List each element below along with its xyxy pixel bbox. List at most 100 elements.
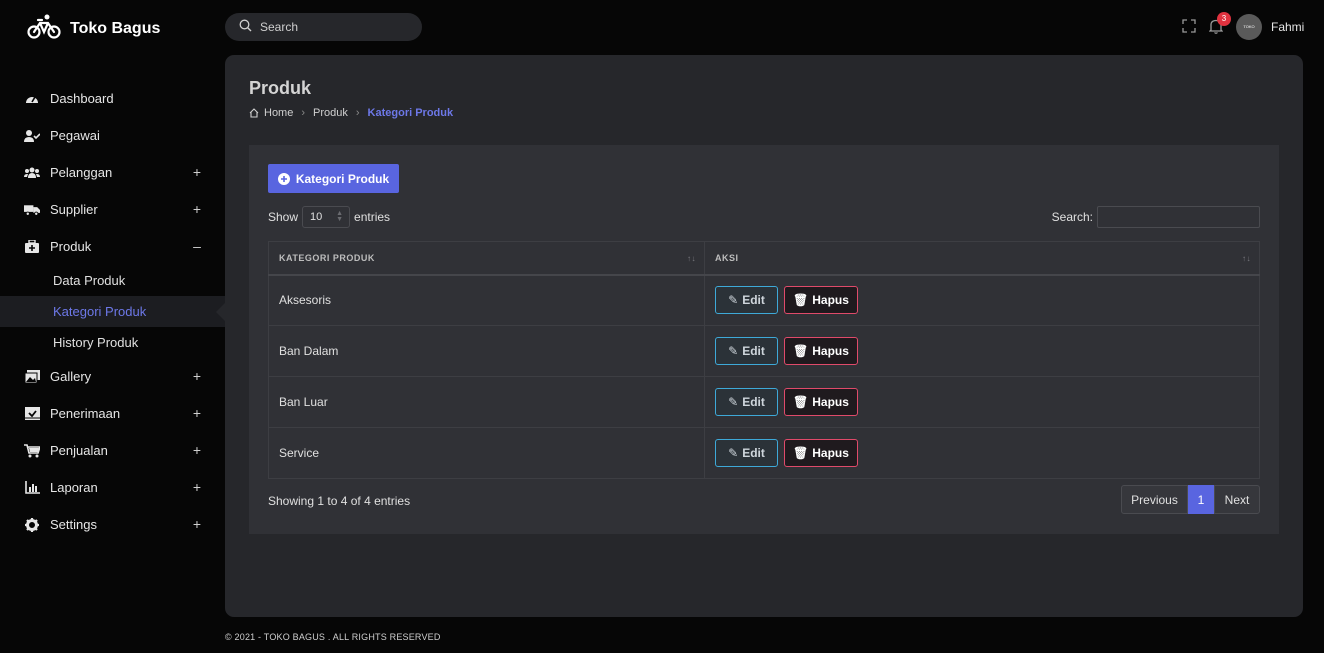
edit-button[interactable]: ✎ Edit bbox=[715, 337, 778, 365]
column-label: KATEGORI PRODUK bbox=[279, 252, 375, 263]
sidebar-item-label: Laporan bbox=[50, 480, 98, 495]
main-content: Produk Home › Produk › Kategori Produk K… bbox=[225, 55, 1303, 617]
delete-button[interactable]: 🗑 Hapus bbox=[784, 439, 858, 467]
show-label: Show bbox=[268, 210, 299, 224]
table-info: Showing 1 to 4 of 4 entries bbox=[268, 494, 411, 508]
next-page-button[interactable]: Next bbox=[1214, 485, 1260, 514]
chevron-right-icon: › bbox=[355, 107, 360, 119]
collapse-icon[interactable]: – bbox=[191, 238, 203, 254]
table-row: Ban Dalam ✎ Edit 🗑 Hapus bbox=[268, 325, 1260, 377]
entries-value: 10 bbox=[310, 211, 323, 223]
edit-label: Edit bbox=[742, 344, 765, 358]
edit-icon: ✎ bbox=[728, 446, 739, 460]
sort-caret-icon: ▲ ▼ bbox=[336, 210, 344, 223]
sidebar-item-gallery[interactable]: Gallery + bbox=[0, 358, 225, 395]
sidebar-item-supplier[interactable]: Supplier + bbox=[0, 191, 225, 228]
sidebar-item-produk[interactable]: Produk – bbox=[0, 228, 225, 265]
table-search-input[interactable] bbox=[1097, 206, 1260, 228]
sidebar-item-label: Produk bbox=[50, 239, 92, 254]
avatar[interactable]: TOKO BAGUS bbox=[1236, 14, 1262, 40]
fullscreen-icon[interactable] bbox=[1182, 19, 1196, 36]
page-1-button[interactable]: 1 bbox=[1188, 485, 1214, 514]
delete-button[interactable]: 🗑 Hapus bbox=[784, 337, 858, 365]
trash-icon: 🗑 bbox=[793, 395, 809, 409]
trash-icon: 🗑 bbox=[793, 293, 809, 308]
sidebar-item-pelanggan[interactable]: Pelanggan + bbox=[0, 154, 225, 191]
edit-button[interactable]: ✎ Edit bbox=[715, 286, 778, 315]
sidebar-item-pegawai[interactable]: Pegawai bbox=[0, 117, 225, 154]
delete-button[interactable]: 🗑 Hapus bbox=[784, 286, 858, 315]
user-check-icon bbox=[24, 128, 40, 144]
global-search[interactable] bbox=[225, 13, 422, 41]
users-icon bbox=[24, 165, 40, 181]
trash-icon: 🗑 bbox=[793, 446, 809, 460]
table-header-row: KATEGORI PRODUK ↑↓ AKSI ↑↓ bbox=[268, 241, 1260, 276]
username[interactable]: Fahmi bbox=[1271, 20, 1304, 34]
avatar-text: TOKO BAGUS bbox=[1243, 24, 1255, 29]
sort-icon: ↑↓ bbox=[1242, 254, 1251, 263]
home-icon bbox=[249, 108, 259, 118]
breadcrumb-produk[interactable]: Produk bbox=[313, 107, 348, 119]
sidebar-item-settings[interactable]: Settings + bbox=[0, 506, 225, 543]
column-header-aksi[interactable]: AKSI ↑↓ bbox=[704, 241, 1260, 276]
cart-icon bbox=[24, 443, 40, 459]
edit-icon: ✎ bbox=[728, 344, 739, 358]
expand-icon[interactable]: + bbox=[191, 368, 203, 384]
entries-label: entries bbox=[354, 210, 391, 224]
delete-button[interactable]: 🗑 Hapus bbox=[784, 388, 858, 416]
sidebar-subitem-data-produk[interactable]: Data Produk bbox=[0, 265, 225, 296]
sidebar-item-penerimaan[interactable]: Penerimaan + bbox=[0, 395, 225, 432]
column-label: AKSI bbox=[715, 252, 739, 263]
dashboard-icon bbox=[24, 91, 40, 107]
sidebar-item-penjualan[interactable]: Penjualan + bbox=[0, 432, 225, 469]
delete-label: Hapus bbox=[812, 395, 849, 409]
sidebar-item-label: Penerimaan bbox=[50, 406, 121, 421]
breadcrumb: Home › Produk › Kategori Produk bbox=[249, 107, 453, 119]
kategori-table: KATEGORI PRODUK ↑↓ AKSI ↑↓ Aksesoris ✎ Ed… bbox=[268, 241, 1260, 479]
sidebar-item-dashboard[interactable]: Dashboard bbox=[0, 80, 225, 117]
chart-icon bbox=[24, 480, 40, 496]
edit-button[interactable]: ✎ Edit bbox=[715, 388, 778, 416]
expand-icon[interactable]: + bbox=[191, 164, 203, 180]
sidebar-subitem-kategori-produk[interactable]: Kategori Produk bbox=[0, 296, 226, 327]
sidebar-subitem-history-produk[interactable]: History Produk bbox=[0, 327, 225, 358]
trash-icon: 🗑 bbox=[793, 344, 809, 358]
expand-icon[interactable]: + bbox=[191, 201, 203, 217]
truck-icon bbox=[24, 202, 40, 218]
previous-page-button[interactable]: Previous bbox=[1121, 485, 1188, 514]
brand-name: Toko Bagus bbox=[70, 19, 161, 37]
sort-icon: ↑↓ bbox=[687, 254, 696, 263]
expand-icon[interactable]: + bbox=[191, 405, 203, 421]
sidebar-item-label: Pegawai bbox=[50, 128, 100, 143]
sidebar-item-label: Settings bbox=[50, 517, 97, 532]
row-actions: ✎ Edit 🗑 Hapus bbox=[704, 427, 1260, 479]
edit-button[interactable]: ✎ Edit bbox=[715, 439, 778, 467]
delete-label: Hapus bbox=[812, 293, 849, 308]
add-kategori-label: Kategori Produk bbox=[295, 171, 390, 186]
row-actions: ✎ Edit 🗑 Hapus bbox=[704, 274, 1260, 326]
gear-icon bbox=[24, 517, 40, 533]
edit-label: Edit bbox=[742, 395, 765, 409]
brand[interactable]: Toko Bagus bbox=[27, 14, 160, 43]
search-icon bbox=[239, 19, 252, 35]
expand-icon[interactable]: + bbox=[191, 442, 203, 458]
column-header-kategori[interactable]: KATEGORI PRODUK ↑↓ bbox=[268, 241, 705, 276]
chevron-right-icon: › bbox=[301, 107, 306, 119]
sidebar-item-laporan[interactable]: Laporan + bbox=[0, 469, 225, 506]
edit-label: Edit bbox=[742, 446, 765, 460]
search-input[interactable] bbox=[260, 20, 410, 34]
entries-select[interactable]: 10 ▲ ▼ bbox=[302, 206, 351, 228]
kategori-name: Ban Dalam bbox=[268, 325, 705, 377]
bicycle-icon bbox=[27, 14, 61, 43]
sidebar-nav: Dashboard Pegawai Pelanggan + Supplier + bbox=[0, 80, 226, 543]
table-row: Service ✎ Edit 🗑 Hapus bbox=[268, 427, 1260, 479]
medkit-icon bbox=[24, 239, 40, 255]
edit-label: Edit bbox=[742, 293, 765, 308]
sidebar-item-label: Dashboard bbox=[50, 91, 114, 106]
expand-icon[interactable]: + bbox=[191, 516, 203, 532]
expand-icon[interactable]: + bbox=[191, 479, 203, 495]
breadcrumb-home[interactable]: Home bbox=[264, 107, 293, 119]
sidebar-item-label: Gallery bbox=[50, 369, 92, 384]
show-entries: Show 10 ▲ ▼ entries bbox=[268, 206, 390, 228]
add-kategori-button[interactable]: Kategori Produk bbox=[268, 164, 399, 193]
